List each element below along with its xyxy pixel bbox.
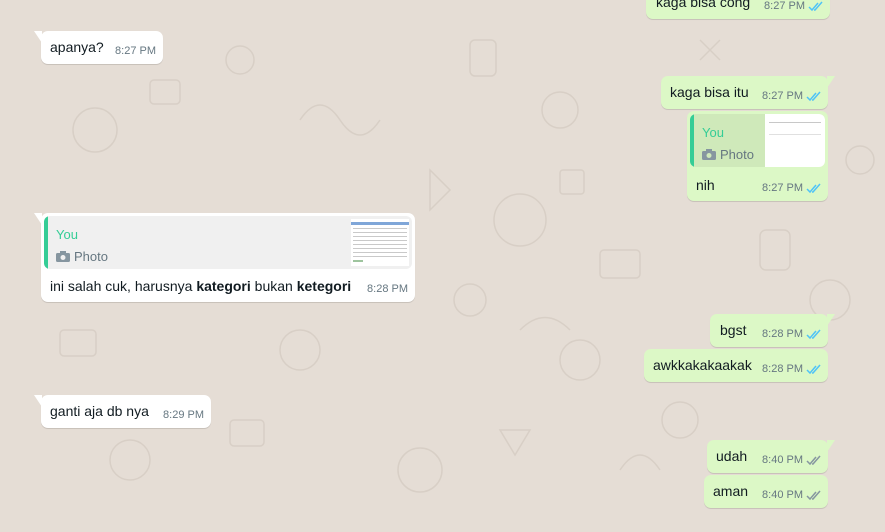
message-time: 8:27 PM xyxy=(762,182,803,194)
quote-author: You xyxy=(702,125,724,140)
message-time: 8:27 PM xyxy=(762,90,803,102)
quote-author: You xyxy=(56,227,78,242)
message-bubble-outgoing[interactable]: kaga bisa itu 8:27 PM xyxy=(661,76,835,109)
quoted-message[interactable]: You Photo xyxy=(44,216,412,269)
message-meta: 8:40 PM xyxy=(762,486,822,505)
message-text: nih xyxy=(696,177,715,193)
message-bubble-incoming[interactable]: apanya? 8:27 PM xyxy=(34,31,163,64)
message-time: 8:28 PM xyxy=(367,283,408,295)
message-meta: 8:28 PM xyxy=(367,280,408,299)
message-text: ini salah cuk, harusnya kategori bukan k… xyxy=(50,277,351,296)
message-text: apanya? xyxy=(50,39,104,55)
camera-icon xyxy=(56,251,70,262)
message-text-part: ini salah cuk, harusnya xyxy=(50,278,197,294)
photo-thumbnail xyxy=(351,219,409,266)
message-time: 8:40 PM xyxy=(762,489,803,501)
message-time: 8:40 PM xyxy=(762,454,803,466)
message-bubble-outgoing[interactable]: kaga bisa cong 8:27 PM xyxy=(646,0,830,19)
camera-icon xyxy=(702,149,716,160)
message-time: 8:27 PM xyxy=(764,0,805,12)
message-bubble-outgoing[interactable]: bgst 8:28 PM xyxy=(710,314,835,347)
quote-accent-bar xyxy=(690,114,694,167)
message-text-bold: ketegori xyxy=(296,278,352,294)
delivered-ticks-icon xyxy=(806,490,821,501)
message-meta: 8:27 PM xyxy=(115,42,156,61)
quoted-message[interactable]: You Photo xyxy=(690,114,825,167)
message-text: ganti aja db nya xyxy=(50,403,149,419)
message-meta: 8:27 PM xyxy=(762,179,822,198)
quote-accent-bar xyxy=(44,216,48,269)
message-meta: 8:27 PM xyxy=(762,87,822,106)
message-text: bgst xyxy=(720,322,747,338)
read-ticks-icon xyxy=(806,329,821,340)
photo-thumbnail xyxy=(765,114,825,167)
message-time: 8:27 PM xyxy=(115,45,156,57)
message-time: 8:29 PM xyxy=(163,409,204,421)
thumbnail-preview xyxy=(351,222,409,262)
message-text: aman xyxy=(713,483,749,499)
read-ticks-icon xyxy=(808,1,823,12)
message-bubble-outgoing[interactable]: udah 8:40 PM xyxy=(707,440,835,473)
delivered-ticks-icon xyxy=(806,455,821,466)
message-bubble-outgoing[interactable]: awkkakakaakak 8:28 PM xyxy=(644,349,828,382)
message-text: kaga bisa cong xyxy=(656,0,751,10)
message-text-part: bukan xyxy=(250,278,297,294)
read-ticks-icon xyxy=(806,364,821,375)
message-time: 8:28 PM xyxy=(762,328,803,340)
message-bubble-incoming[interactable]: ganti aja db nya 8:29 PM xyxy=(34,395,211,428)
message-text: awkkakakaakak xyxy=(653,357,752,373)
quote-type-label: Photo xyxy=(74,249,108,264)
message-bubble-outgoing-reply[interactable]: You Photo nih 8:27 PM xyxy=(687,111,828,201)
message-meta: 8:28 PM xyxy=(762,360,822,379)
message-meta: 8:40 PM xyxy=(762,451,822,470)
thumbnail-preview xyxy=(769,122,821,135)
message-bubble-outgoing[interactable]: aman 8:40 PM xyxy=(704,475,828,508)
quote-type-label: Photo xyxy=(720,147,754,162)
message-meta: 8:28 PM xyxy=(762,325,822,344)
message-text-bold: kategori xyxy=(196,278,251,294)
message-meta: 8:29 PM xyxy=(163,406,204,425)
message-text: udah xyxy=(716,448,748,464)
message-text: kaga bisa itu xyxy=(670,84,749,100)
message-bubble-incoming-reply[interactable]: You Photo ini salah cuk, harusnya katego… xyxy=(34,213,415,302)
read-ticks-icon xyxy=(806,91,821,102)
quote-type: Photo xyxy=(702,145,754,164)
message-time: 8:28 PM xyxy=(762,363,803,375)
message-meta: 8:27 PM xyxy=(764,0,824,16)
quote-type: Photo xyxy=(56,247,108,266)
read-ticks-icon xyxy=(806,183,821,194)
